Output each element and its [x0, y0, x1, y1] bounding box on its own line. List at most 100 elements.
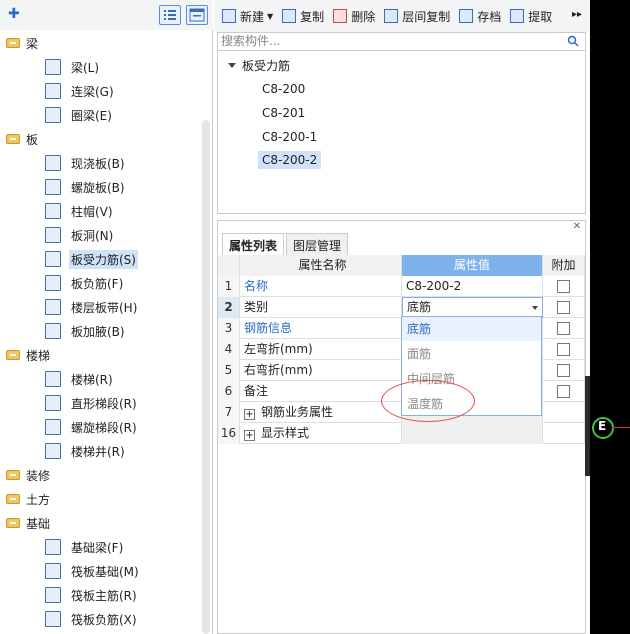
- close-icon[interactable]: ✕: [573, 221, 581, 232]
- list-view-button[interactable]: [159, 5, 181, 25]
- component-list-panel: 搜索构件... 板受力筋 C8-200 C8-201 C8-200-1 C8-2…: [217, 32, 586, 214]
- extract-button[interactable]: 提取: [510, 8, 552, 25]
- tree-item-label: 直形梯段(R): [71, 396, 137, 411]
- search-input[interactable]: 搜索构件...: [218, 33, 585, 51]
- tree-item[interactable]: 楼梯井(R): [0, 440, 200, 462]
- add-icon[interactable]: ✚: [8, 6, 24, 22]
- component-icon: [45, 443, 61, 459]
- copy-button[interactable]: 复制: [282, 8, 324, 25]
- save-button[interactable]: 存档: [459, 8, 501, 25]
- new-button[interactable]: 新建 ▼: [222, 8, 273, 25]
- tree-item-label: 现浇板(B): [71, 156, 125, 171]
- tree-item[interactable]: 楼梯(R): [0, 368, 200, 390]
- component-icon: [45, 155, 61, 171]
- floor-copy-button[interactable]: 层间复制: [384, 8, 450, 25]
- tree-item[interactable]: 板加腋(B): [0, 320, 200, 342]
- component-item-selected[interactable]: C8-200-2: [258, 151, 322, 169]
- component-icon: [45, 539, 61, 555]
- component-item[interactable]: C8-201: [258, 104, 309, 122]
- expand-icon[interactable]: +: [244, 430, 255, 441]
- tree-category[interactable]: 梁: [0, 32, 200, 54]
- header-extra: 附加: [543, 255, 585, 276]
- extra-checkbox[interactable]: [557, 322, 570, 335]
- component-icon: [45, 179, 61, 195]
- tree-item[interactable]: 楼层板带(H): [0, 296, 200, 318]
- folder-icon: [6, 38, 20, 48]
- tree-item[interactable]: 基础梁(F): [0, 536, 200, 558]
- tree-item[interactable]: 板受力筋(S): [0, 248, 200, 270]
- component-icon: [45, 251, 61, 267]
- table-row[interactable]: 2 类别 底筋: [218, 297, 585, 318]
- folder-icon: [6, 518, 20, 528]
- property-tabs: 属性列表 图层管理: [222, 233, 350, 255]
- tree-item[interactable]: 螺旋板(B): [0, 176, 200, 198]
- tree-item[interactable]: 板负筋(F): [0, 272, 200, 294]
- more-icon[interactable]: ▸▸: [572, 9, 582, 20]
- tree-item[interactable]: 圈梁(E): [0, 104, 200, 126]
- tree-category[interactable]: 板: [0, 128, 200, 150]
- tree-category[interactable]: 楼梯: [0, 344, 200, 366]
- header-value: 属性值: [402, 255, 543, 276]
- chevron-down-icon: ▼: [267, 11, 274, 21]
- list-icon: [164, 10, 176, 20]
- tree-category[interactable]: 土方: [0, 488, 200, 510]
- component-icon: [45, 59, 61, 75]
- tree-item-label: 基础梁(F): [71, 540, 124, 555]
- tab-property-list[interactable]: 属性列表: [222, 233, 285, 255]
- tree-item[interactable]: 螺旋梯段(R): [0, 416, 200, 438]
- component-root[interactable]: 板受力筋: [228, 57, 290, 74]
- tree-item[interactable]: 现浇板(B): [0, 152, 200, 174]
- expand-icon[interactable]: [228, 63, 236, 68]
- delete-button[interactable]: 删除: [333, 8, 375, 25]
- detail-view-button[interactable]: [186, 5, 208, 25]
- tree-item[interactable]: 筏板负筋(X): [0, 608, 200, 630]
- tree-category[interactable]: 基础: [0, 512, 200, 534]
- table-row[interactable]: 16 + 显示样式: [218, 423, 585, 444]
- drawing-canvas[interactable]: [590, 0, 630, 634]
- table-row[interactable]: 1 名称 C8-200-2: [218, 276, 585, 297]
- panel-icon: [189, 8, 205, 22]
- extra-checkbox[interactable]: [557, 385, 570, 398]
- tree-item[interactable]: 柱帽(V): [0, 200, 200, 222]
- tree-item-label: 螺旋板(B): [71, 180, 125, 195]
- panel-splitter[interactable]: [585, 376, 590, 476]
- tree-item-label: 筏板主筋(R): [71, 588, 137, 603]
- tree-item[interactable]: 梁(L): [0, 56, 200, 78]
- component-icon: [45, 107, 61, 123]
- tree-item[interactable]: 筏板基础(M): [0, 560, 200, 582]
- component-icon: [45, 587, 61, 603]
- value-cell[interactable]: C8-200-2: [402, 276, 543, 297]
- component-icon: [45, 227, 61, 243]
- component-item[interactable]: C8-200: [258, 80, 309, 98]
- component-item[interactable]: C8-200-1: [258, 128, 321, 146]
- category-select[interactable]: 底筋: [402, 297, 543, 318]
- tree-item[interactable]: 筏板主筋(R): [0, 584, 200, 606]
- tab-layer-management[interactable]: 图层管理: [286, 233, 349, 255]
- component-tree-panel: ✚ 梁梁(L) 连梁(G) 圈梁(E) 板现浇板(B) 螺旋板(B) 柱帽(V) 板洞(N)…: [0, 0, 213, 634]
- grid-header: 属性名称 属性值 附加: [218, 255, 585, 276]
- dropdown-option[interactable]: 底筋: [402, 317, 541, 341]
- component-icon: [45, 395, 61, 411]
- component-icon: [45, 83, 61, 99]
- tree-item[interactable]: 板洞(N): [0, 224, 200, 246]
- chevron-down-icon[interactable]: [532, 306, 538, 310]
- component-icon: [45, 371, 61, 387]
- dropdown-option[interactable]: 面筋: [402, 342, 541, 366]
- extra-checkbox[interactable]: [557, 343, 570, 356]
- tree-item[interactable]: 连梁(G): [0, 80, 200, 102]
- highlight-ellipse: [381, 380, 475, 422]
- expand-icon[interactable]: +: [244, 409, 255, 420]
- extra-checkbox[interactable]: [557, 364, 570, 377]
- search-icon[interactable]: [567, 35, 579, 47]
- extra-checkbox[interactable]: [557, 301, 570, 314]
- tree-category-label: 土方: [26, 492, 51, 507]
- component-icon: [45, 299, 61, 315]
- tree-item-label: 板加腋(B): [71, 324, 125, 339]
- folder-icon: [6, 470, 20, 480]
- save-icon: [459, 9, 474, 23]
- tree-item-label: 楼层板带(H): [71, 300, 138, 315]
- tree-category[interactable]: 装修: [0, 464, 200, 486]
- tree-scrollbar[interactable]: [202, 120, 210, 634]
- extra-checkbox[interactable]: [557, 280, 570, 293]
- tree-item[interactable]: 直形梯段(R): [0, 392, 200, 414]
